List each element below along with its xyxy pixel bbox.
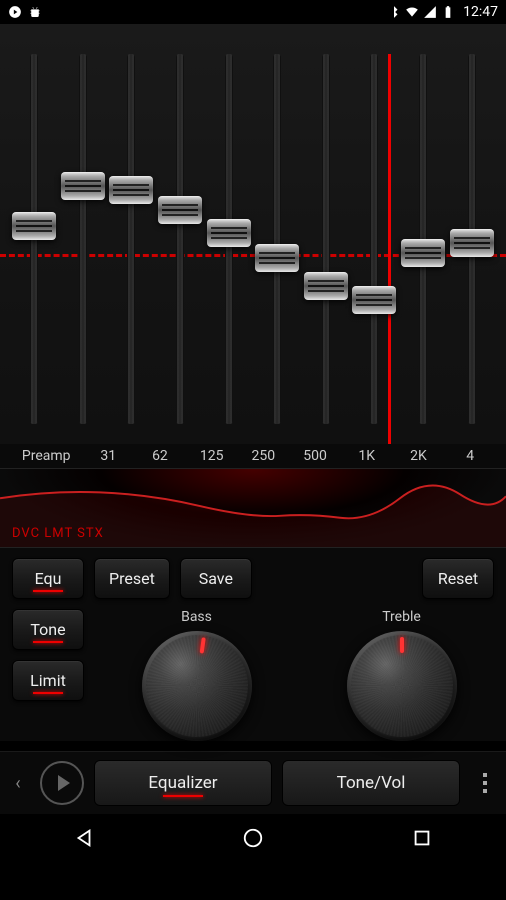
dsp-status-text: DVC LMT STX (12, 526, 104, 541)
bass-knob[interactable] (142, 631, 252, 741)
signal-icon (423, 5, 437, 19)
overflow-menu-icon[interactable] (470, 773, 500, 793)
tone-button[interactable]: Tone (12, 609, 84, 650)
freq-label: Preamp (10, 448, 82, 464)
eq-slider-thumb[interactable] (207, 219, 251, 247)
freq-label: 500 (289, 448, 341, 464)
response-curve: DVC LMT STX (0, 468, 506, 548)
wifi-icon (405, 5, 419, 19)
eq-slider-thumb[interactable] (401, 239, 445, 267)
play-button[interactable] (40, 761, 84, 805)
eq-slider-9[interactable] (447, 54, 496, 424)
android-home-icon[interactable] (242, 827, 264, 849)
android-back-icon[interactable] (73, 827, 95, 849)
eq-slider-3[interactable] (156, 54, 205, 424)
eq-slider-thumb[interactable] (304, 272, 348, 300)
eq-slider-thumb[interactable] (61, 172, 105, 200)
android-debug-icon (28, 5, 42, 19)
freq-label: 1K (341, 448, 393, 464)
eq-slider-8[interactable] (399, 54, 448, 424)
status-bar: 12:47 (0, 0, 506, 24)
preset-button[interactable]: Preset (94, 558, 170, 599)
eq-slider-0[interactable] (10, 54, 59, 424)
eq-slider-thumb[interactable] (352, 286, 396, 314)
tab-tonevol[interactable]: Tone/Vol (282, 760, 460, 806)
eq-slider-2[interactable] (107, 54, 156, 424)
eq-slider-6[interactable] (302, 54, 351, 424)
eq-slider-thumb[interactable] (109, 176, 153, 204)
freq-label: 125 (186, 448, 238, 464)
eq-slider-5[interactable] (253, 54, 302, 424)
freq-label: 4 (444, 448, 496, 464)
eq-slider-thumb[interactable] (12, 212, 56, 240)
eq-slider-thumb[interactable] (158, 196, 202, 224)
play-icon (58, 775, 70, 791)
eq-slider-thumb[interactable] (255, 244, 299, 272)
status-time: 12:47 (463, 4, 498, 20)
eq-slider-7[interactable] (350, 54, 399, 424)
bottom-nav: ‹ Equalizer Tone/Vol (0, 751, 506, 814)
eq-slider-thumb[interactable] (450, 229, 494, 257)
equ-button[interactable]: Equ (12, 558, 84, 599)
reset-button[interactable]: Reset (422, 558, 494, 599)
tab-equalizer[interactable]: Equalizer (94, 760, 272, 806)
frequency-labels: Preamp31621252505001K2K4 (0, 444, 506, 468)
freq-label: 31 (82, 448, 134, 464)
back-chevron-icon[interactable]: ‹ (6, 773, 30, 794)
eq-slider-1[interactable] (59, 54, 108, 424)
freq-label: 62 (134, 448, 186, 464)
freq-label: 2K (393, 448, 445, 464)
battery-icon (441, 5, 455, 19)
limit-button[interactable]: Limit (12, 660, 84, 701)
treble-knob[interactable] (347, 631, 457, 741)
freq-label: 250 (238, 448, 290, 464)
save-button[interactable]: Save (180, 558, 252, 599)
android-recents-icon[interactable] (411, 827, 433, 849)
equalizer-panel (0, 24, 506, 444)
bass-label: Bass (181, 609, 212, 625)
play-status-icon (8, 5, 22, 19)
android-navbar (0, 814, 506, 862)
bluetooth-icon (387, 5, 401, 19)
treble-label: Treble (382, 609, 421, 625)
controls-section: Equ Preset Save Reset Tone Limit Bass Tr… (0, 548, 506, 741)
eq-slider-4[interactable] (204, 54, 253, 424)
